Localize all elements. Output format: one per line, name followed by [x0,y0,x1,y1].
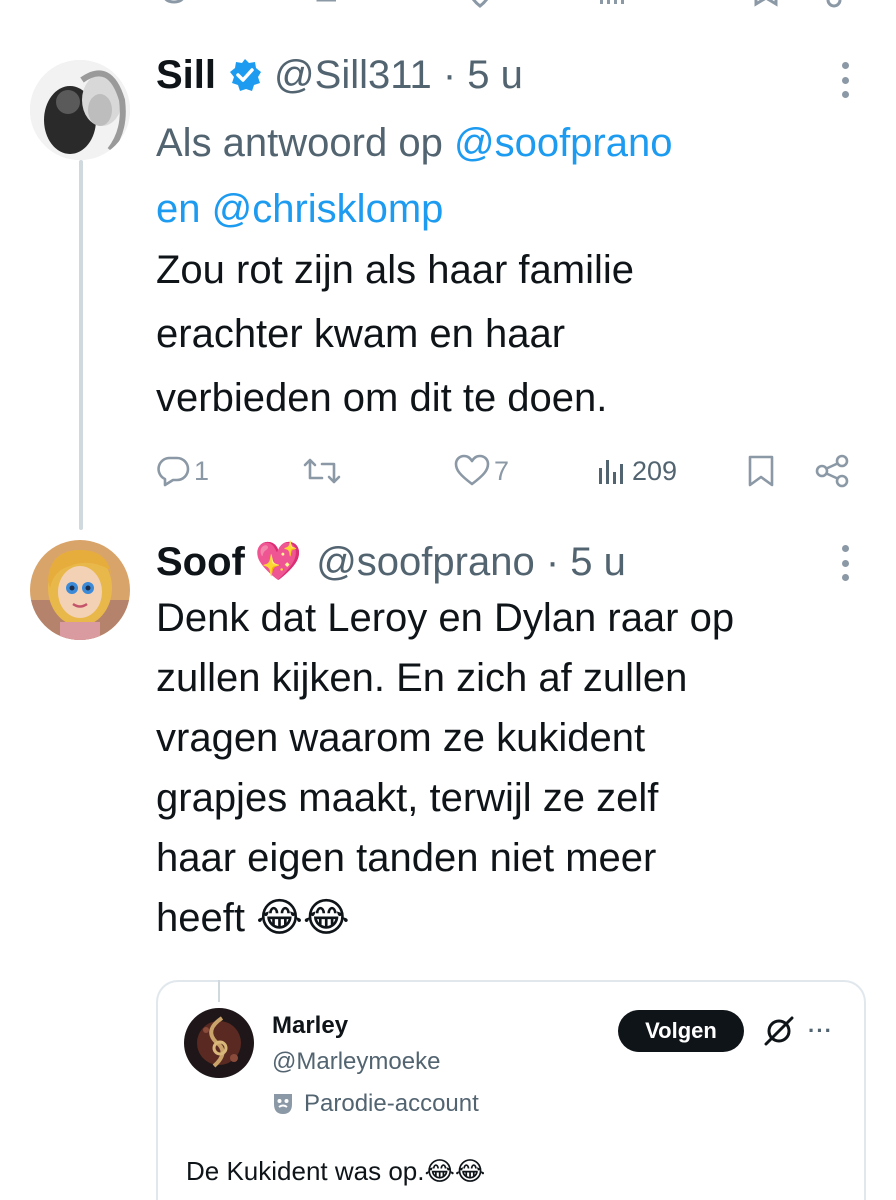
bookmark-button[interactable] [746,448,776,494]
more-options-icon[interactable] [840,545,850,581]
quoted-tweet[interactable]: Marley @Marleymoeke Parodie-account Volg… [156,980,866,1200]
previous-tweet-actions [0,0,896,12]
tweet-header: Soof 💖 @soofprano · 5 u [156,537,626,587]
like-icon[interactable] [466,0,494,8]
views-icon[interactable] [598,0,626,8]
tweet-actions: 1 7 209 [156,448,856,494]
repost-icon [302,454,342,488]
like-icon [454,454,490,488]
sparkling-heart-emoji: 💖 [254,541,303,583]
repost-icon[interactable] [312,0,340,8]
view-count: 209 [632,455,678,486]
tweet-text: Zou rot zijn als haar familie erachter k… [156,248,634,420]
author-name[interactable]: Sill [156,53,216,98]
reply-joiner: en [156,187,201,231]
parody-label-text: Parodie-account [304,1090,479,1117]
verified-badge-icon [228,58,262,92]
share-button[interactable] [814,448,852,494]
author-handle-and-time[interactable]: @Sill311 · 5 u [274,53,523,98]
reply-prefix: Als antwoord op [156,121,443,165]
grok-icon[interactable] [762,1014,796,1053]
reply-icon [156,454,190,488]
quoted-author-handle[interactable]: @Marleymoeke [272,1048,440,1076]
tweet-thread-page: Sill @Sill311 · 5 u Als antwoord op @soo… [0,0,896,1200]
reply-count: 1 [194,455,210,486]
like-count: 7 [494,455,510,486]
like-button[interactable]: 7 [454,448,509,494]
mention-link[interactable]: @chrisklomp [212,187,444,231]
mention-link[interactable]: @soofprano [454,121,673,165]
follow-button[interactable]: Volgen [618,1010,744,1052]
bookmark-icon [746,454,776,488]
views-button[interactable]: 209 [596,448,677,494]
quoted-tweet-text: De Kukident was op.😂😂 [186,1156,486,1186]
avatar[interactable] [30,540,130,640]
bookmark-icon[interactable] [752,0,780,8]
avatar[interactable] [184,1008,254,1078]
share-icon[interactable] [820,0,848,8]
avatar[interactable] [30,60,130,160]
more-options-icon[interactable]: ··· [808,1018,833,1044]
thread-connector-line [79,160,83,530]
author-name[interactable]: Soof [156,540,245,585]
share-icon [814,454,852,488]
reply-context: Als antwoord op @soofprano en @chrisklom… [156,110,856,242]
tweet-text: Denk dat Leroy en Dylan raar op zullen k… [156,596,735,940]
more-options-icon[interactable] [840,62,850,98]
quoted-author-name[interactable]: Marley [272,1012,348,1040]
tweet-header: Sill @Sill311 · 5 u [156,50,523,100]
parody-label: Parodie-account [272,1090,479,1118]
repost-button[interactable] [302,448,346,494]
views-icon [596,454,628,488]
reply-button[interactable]: 1 [156,448,209,494]
author-handle-and-time[interactable]: @soofprano · 5 u [316,540,626,585]
reply-icon[interactable] [160,0,188,8]
quote-thread-connector [218,980,220,1002]
theater-mask-icon [272,1092,304,1116]
